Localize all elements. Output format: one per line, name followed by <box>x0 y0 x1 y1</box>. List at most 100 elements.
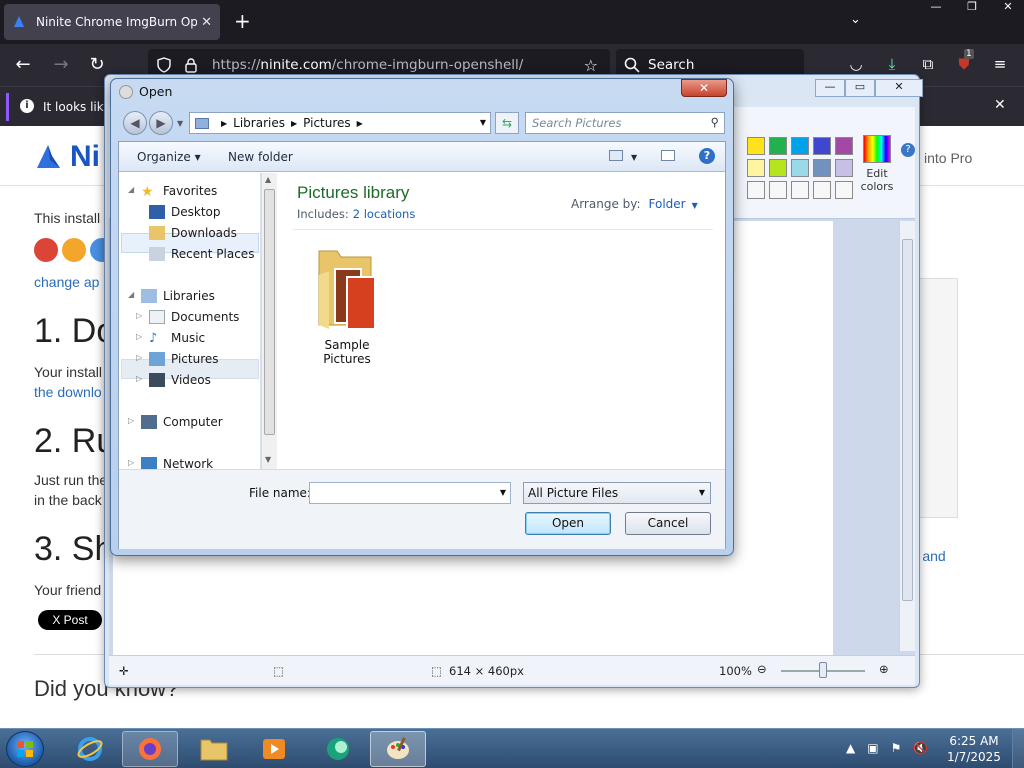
step1-download-link[interactable]: the downlo <box>34 384 102 400</box>
preview-pane-icon[interactable] <box>661 150 675 161</box>
expand-triangle-icon[interactable]: ▷ <box>136 353 142 362</box>
taskbar-file-explorer[interactable] <box>186 731 242 767</box>
palette-color-indigo[interactable] <box>813 137 831 155</box>
address-bar[interactable]: ▶ Libraries ▶ Pictures ▶ ▼ <box>189 112 491 134</box>
palette-color-lime[interactable] <box>769 159 787 177</box>
expand-triangle-icon[interactable]: ▷ <box>136 374 142 383</box>
recent-locations-chevron-icon[interactable]: ▼ <box>177 119 183 128</box>
nav-desktop[interactable]: Desktop <box>149 202 221 222</box>
dialog-close-button[interactable]: ✕ <box>681 79 727 97</box>
dialog-forward-icon[interactable]: ▶ <box>149 111 173 135</box>
taskbar-internet-explorer[interactable] <box>62 731 118 767</box>
notification-close-icon[interactable]: ✕ <box>994 97 1006 113</box>
lock-icon[interactable] <box>184 57 198 73</box>
palette-color-yellow[interactable] <box>747 137 765 155</box>
arrange-by-dropdown[interactable]: Folder <box>649 197 686 211</box>
volume-muted-icon[interactable]: 🔇 <box>913 741 928 755</box>
zoom-slider-handle[interactable] <box>819 662 827 678</box>
organize-button[interactable]: Organize ▾ <box>137 150 201 164</box>
dialog-search-input[interactable]: Search Pictures ⚲ <box>525 112 725 134</box>
forward-arrow-icon[interactable]: → <box>50 54 72 76</box>
nav-recent-places[interactable]: Recent Places <box>149 244 254 264</box>
tracking-shield-icon[interactable] <box>156 57 172 73</box>
pocket-icon[interactable]: ◡ <box>846 55 866 75</box>
ninite-logo-text[interactable]: Ni <box>70 140 100 174</box>
taskbar-clock[interactable]: 6:25 AM 1/7/2025 <box>944 733 1004 765</box>
change-apps-link[interactable]: change ap <box>34 274 99 290</box>
reload-icon[interactable]: ↻ <box>86 54 108 76</box>
new-folder-button[interactable]: New folder <box>228 150 293 164</box>
nav-documents[interactable]: ▷ Documents <box>136 307 239 327</box>
paint-minimize-button[interactable]: — <box>815 79 845 97</box>
taskbar-media-player[interactable] <box>246 731 302 767</box>
nav-libraries[interactable]: ◢ Libraries <box>128 286 215 306</box>
change-view-icon[interactable] <box>609 150 623 161</box>
scroll-up-arrow-icon[interactable]: ▲ <box>265 175 271 184</box>
network-tray-icon[interactable]: ▣ <box>867 741 878 755</box>
palette-color-empty-5[interactable] <box>835 181 853 199</box>
file-name-input[interactable]: ▼ <box>309 482 511 504</box>
action-center-flag-icon[interactable]: ⚑ <box>891 741 902 755</box>
dialog-help-icon[interactable]: ? <box>699 148 715 164</box>
paint-vertical-scrollbar[interactable] <box>899 221 915 651</box>
restore-button[interactable]: ❐ <box>954 0 990 16</box>
address-dropdown-icon[interactable]: ▼ <box>480 118 486 127</box>
breadcrumb-libraries[interactable]: Libraries <box>233 116 285 130</box>
x-post-button[interactable]: X Post <box>38 610 102 630</box>
palette-color-lavender[interactable] <box>835 159 853 177</box>
ninite-pro-link[interactable]: into Pro <box>924 150 972 166</box>
ninite-logo-icon[interactable] <box>34 142 64 172</box>
palette-color-empty-2[interactable] <box>769 181 787 199</box>
refresh-icon[interactable]: ⇆ <box>495 112 519 134</box>
nav-downloads[interactable]: Downloads <box>149 223 237 243</box>
ublock-origin-icon[interactable]: ⛊ 1 <box>954 49 974 75</box>
back-arrow-icon[interactable]: ← <box>12 54 34 76</box>
nav-favorites[interactable]: ◢ ★ Favorites <box>128 181 217 201</box>
search-icon[interactable]: ⚲ <box>711 115 719 129</box>
nav-videos[interactable]: ▷ Videos <box>136 370 211 390</box>
expand-triangle-icon[interactable]: ▷ <box>128 416 134 425</box>
show-hidden-icons-arrow[interactable]: ▲ <box>846 741 855 755</box>
list-all-tabs-chevron-icon[interactable]: ⌄ <box>850 12 861 27</box>
browser-tab-ninite[interactable]: Ninite Chrome ImgBurn Open- ✕ <box>4 4 220 40</box>
collapse-triangle-icon[interactable]: ◢ <box>128 290 134 299</box>
locations-link[interactable]: 2 locations <box>353 207 416 221</box>
file-name-dropdown-icon[interactable]: ▼ <box>500 488 506 497</box>
arrange-dropdown-icon[interactable]: ▼ <box>692 201 698 210</box>
bookmark-star-icon[interactable]: ☆ <box>584 56 598 75</box>
zoom-in-icon[interactable]: ⊕ <box>879 662 889 676</box>
palette-color-purple[interactable] <box>835 137 853 155</box>
breadcrumb-pictures[interactable]: Pictures <box>303 116 351 130</box>
navigation-scrollbar[interactable]: ▲ ▼ <box>261 173 277 469</box>
extensions-icon[interactable]: ⧉ <box>918 55 938 75</box>
dialog-back-icon[interactable]: ◀ <box>123 111 147 135</box>
palette-color-light-yellow[interactable] <box>747 159 765 177</box>
breadcrumb-separator-icon[interactable]: ▶ <box>357 119 363 128</box>
tab-close-icon[interactable]: ✕ <box>201 15 212 30</box>
minimize-button[interactable]: — <box>918 0 954 16</box>
new-tab-button[interactable]: + <box>234 10 251 32</box>
navigation-scroll-thumb[interactable] <box>264 189 275 435</box>
palette-color-empty-1[interactable] <box>747 181 765 199</box>
taskbar-green-app[interactable] <box>310 731 366 767</box>
palette-color-empty-4[interactable] <box>813 181 831 199</box>
palette-color-empty-3[interactable] <box>791 181 809 199</box>
downloads-icon[interactable]: ⤓ <box>882 55 902 75</box>
file-type-dropdown-icon[interactable]: ▼ <box>699 488 705 497</box>
palette-color-blue-gray[interactable] <box>813 159 831 177</box>
menu-hamburger-icon[interactable]: ≡ <box>990 55 1010 75</box>
expand-triangle-icon[interactable]: ▷ <box>136 311 142 320</box>
palette-color-turquoise[interactable] <box>791 137 809 155</box>
expand-triangle-icon[interactable]: ▷ <box>136 332 142 341</box>
zoom-out-icon[interactable]: ⊖ <box>757 662 767 676</box>
close-window-button[interactable]: ✕ <box>990 0 1024 16</box>
paint-close-button[interactable]: ✕ <box>875 79 923 97</box>
start-button[interactable] <box>6 731 44 767</box>
file-type-select[interactable]: All Picture Files ▼ <box>523 482 711 504</box>
expand-triangle-icon[interactable]: ▷ <box>128 458 134 467</box>
palette-color-light-turquoise[interactable] <box>791 159 809 177</box>
edit-colors-button[interactable]: Edit colors <box>857 135 897 193</box>
scroll-down-arrow-icon[interactable]: ▼ <box>265 455 271 464</box>
breadcrumb-separator-icon[interactable]: ▶ <box>291 119 297 128</box>
open-button[interactable]: Open <box>525 512 611 535</box>
